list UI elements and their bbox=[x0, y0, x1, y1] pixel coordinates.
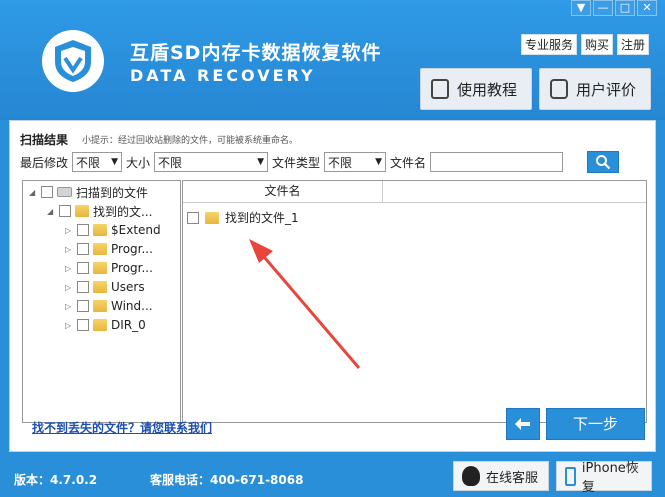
buy-link[interactable]: 购买 bbox=[580, 34, 613, 55]
chevron-down-icon: ▼ bbox=[257, 157, 265, 167]
user-review-button[interactable]: 用户评价 bbox=[539, 68, 651, 110]
folder-icon bbox=[75, 205, 89, 217]
phone-icon bbox=[565, 466, 576, 486]
tree-item[interactable]: ▷ Users bbox=[65, 278, 145, 296]
tree-found-folder[interactable]: ◢ 找到的文... bbox=[47, 202, 152, 220]
document-icon bbox=[431, 79, 449, 99]
checkbox[interactable] bbox=[187, 211, 199, 224]
back-arrow-icon bbox=[515, 418, 530, 430]
tree-found-label: 找到的文... bbox=[93, 204, 153, 219]
list-item-label: 找到的文件_1 bbox=[225, 211, 299, 225]
modified-label: 最后修改 bbox=[20, 155, 69, 170]
size-label: 大小 bbox=[126, 155, 151, 170]
checkbox[interactable] bbox=[77, 300, 89, 312]
folder-icon bbox=[93, 243, 107, 255]
iphone-recovery-label: iPhone恢复 bbox=[581, 461, 639, 495]
qq-icon bbox=[462, 466, 480, 486]
folder-icon bbox=[205, 211, 219, 224]
tutorial-button[interactable]: 使用教程 bbox=[420, 68, 532, 110]
tree-item[interactable]: ▷ Progr... bbox=[65, 259, 153, 277]
checkbox[interactable] bbox=[59, 205, 71, 217]
search-button[interactable] bbox=[587, 151, 619, 173]
checkbox[interactable] bbox=[77, 243, 89, 255]
folder-icon bbox=[93, 319, 107, 331]
drive-icon bbox=[57, 187, 72, 197]
expand-icon[interactable]: ▷ bbox=[65, 302, 73, 311]
tree-item-label: Wind... bbox=[111, 299, 153, 313]
user-review-label: 用户评价 bbox=[576, 80, 637, 99]
file-name-label: 文件名 bbox=[390, 155, 427, 170]
app-title: 互盾SD内存卡数据恢复软件 bbox=[130, 42, 382, 64]
top-links: 专业服务 购买 注册 bbox=[520, 34, 649, 55]
file-type-value: 不限 bbox=[328, 155, 353, 170]
tree-item-label: Progr... bbox=[111, 242, 153, 256]
expand-icon[interactable]: ▷ bbox=[65, 226, 73, 235]
phone-text: 客服电话：400-671-8068 bbox=[150, 473, 304, 487]
tree-item-label: DIR_0 bbox=[111, 318, 146, 332]
tree-item-label: Users bbox=[111, 280, 145, 294]
list-item[interactable]: 找到的文件_1 bbox=[187, 209, 299, 226]
size-select[interactable]: 不限 ▼ bbox=[154, 152, 269, 172]
tree-root-label: 扫描到的文件 bbox=[76, 185, 149, 200]
checkbox[interactable] bbox=[77, 262, 89, 274]
expand-icon[interactable]: ▷ bbox=[65, 264, 73, 273]
tutorial-label: 使用教程 bbox=[457, 80, 518, 99]
header-bar: 互盾SD内存卡数据恢复软件 DATA RECOVERY ▼ — □ ✕ 专业服务… bbox=[0, 0, 665, 120]
professional-service-link[interactable]: 专业服务 bbox=[520, 34, 577, 55]
collapse-icon[interactable]: ◢ bbox=[47, 207, 55, 216]
minimize-button[interactable]: — bbox=[593, 0, 613, 16]
tree-root[interactable]: ◢ 扫描到的文件 bbox=[29, 183, 148, 201]
version-text: 版本：4.7.0.2 bbox=[14, 473, 98, 487]
modified-value: 不限 bbox=[76, 155, 101, 170]
checkbox[interactable] bbox=[41, 186, 53, 198]
online-service-label: 在线客服 bbox=[486, 470, 539, 486]
expand-icon[interactable]: ▷ bbox=[65, 321, 73, 330]
contact-us-link[interactable]: 找不到丢失的文件？请您联系我们 bbox=[32, 419, 212, 436]
tree-item-label: $Extend bbox=[111, 223, 161, 237]
size-value: 不限 bbox=[158, 155, 183, 170]
scan-results-label: 扫描结果 bbox=[20, 133, 69, 147]
tree-item[interactable]: ▷ Progr... bbox=[65, 240, 153, 258]
chevron-down-icon: ▼ bbox=[111, 157, 119, 167]
app-subtitle: DATA RECOVERY bbox=[130, 66, 316, 85]
back-button[interactable] bbox=[506, 408, 540, 440]
hint-text: 小提示：经过回收站删除的文件，可能被系统重命名。 bbox=[82, 136, 299, 146]
folder-icon bbox=[93, 300, 107, 312]
filter-row: 最后修改 不限 ▼ 大小 不限 ▼ 文件类型 不限 ▼ 文件名 bbox=[20, 152, 564, 172]
tree-item[interactable]: ▷ $Extend bbox=[65, 221, 161, 239]
chevron-down-icon: ▼ bbox=[375, 157, 383, 167]
folder-icon bbox=[93, 281, 107, 293]
close-button[interactable]: ✕ bbox=[637, 0, 657, 16]
tree-item-label: Progr... bbox=[111, 261, 153, 275]
main-panel: 扫描结果 小提示：经过回收站删除的文件，可能被系统重命名。 最后修改 不限 ▼ … bbox=[9, 120, 656, 452]
collapse-icon[interactable]: ◢ bbox=[29, 188, 37, 197]
file-type-select[interactable]: 不限 ▼ bbox=[324, 152, 387, 172]
next-button[interactable]: 下一步 bbox=[546, 408, 645, 440]
menu-dropdown-button[interactable]: ▼ bbox=[571, 0, 591, 16]
app-logo bbox=[42, 30, 104, 92]
column-header-filename[interactable]: 文件名 bbox=[183, 181, 383, 202]
file-type-label: 文件类型 bbox=[272, 155, 321, 170]
comment-icon bbox=[550, 79, 568, 99]
list-header: 文件名 bbox=[183, 181, 646, 203]
checkbox[interactable] bbox=[77, 281, 89, 293]
expand-icon[interactable]: ▷ bbox=[65, 245, 73, 254]
file-list: 文件名 找到的文件_1 bbox=[182, 180, 647, 423]
expand-icon[interactable]: ▷ bbox=[65, 283, 73, 292]
tree-item[interactable]: ▷ Wind... bbox=[65, 297, 153, 315]
folder-icon bbox=[93, 224, 107, 236]
checkbox[interactable] bbox=[77, 224, 89, 236]
folder-tree: ◢ 扫描到的文件 ◢ 找到的文... ▷ $Extend ▷ Progr... … bbox=[22, 180, 181, 423]
folder-icon bbox=[93, 262, 107, 274]
window-controls: ▼ — □ ✕ bbox=[571, 0, 657, 16]
iphone-recovery-button[interactable]: iPhone恢复 bbox=[556, 461, 652, 495]
modified-select[interactable]: 不限 ▼ bbox=[72, 152, 123, 172]
search-icon bbox=[596, 155, 611, 170]
tree-item[interactable]: ▷ DIR_0 bbox=[65, 316, 146, 334]
online-service-button[interactable]: 在线客服 bbox=[453, 461, 549, 491]
checkbox[interactable] bbox=[77, 319, 89, 331]
maximize-button[interactable]: □ bbox=[615, 0, 635, 16]
file-name-input[interactable] bbox=[430, 152, 564, 172]
register-link[interactable]: 注册 bbox=[616, 34, 649, 55]
